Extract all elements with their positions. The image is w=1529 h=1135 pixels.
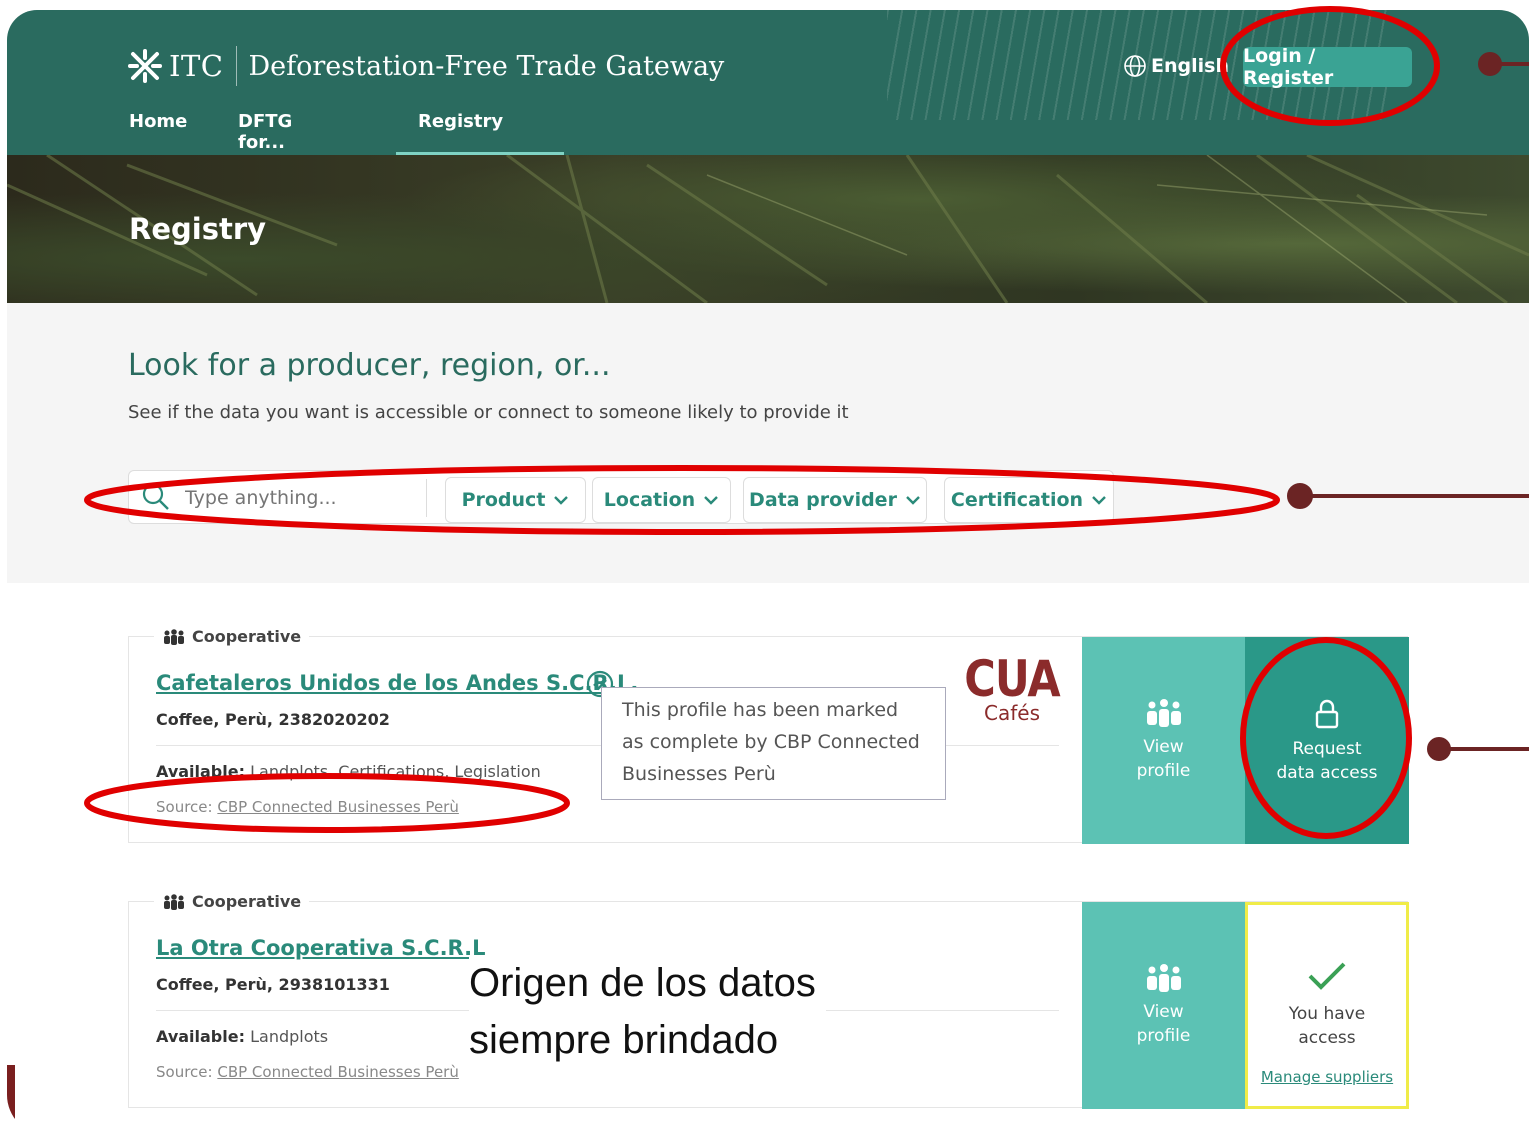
request-label-1: Request [1292,738,1362,759]
card-type-label: Cooperative [154,892,310,911]
source-label: Source: [156,1063,213,1081]
view-label-1: View [1143,736,1184,757]
search-subtitle: See if the data you want is accessible o… [128,402,849,423]
producer-name-link[interactable]: Cafetaleros Unidos de los Andes S.C.R.L. [156,671,638,695]
cua-cafes-logo: CUA Cafés [962,651,1062,725]
product-filter-label: Product [461,489,546,511]
data-provider-filter-label: Data provider [749,489,897,511]
view-label-2: profile [1136,1025,1191,1046]
available-data: Available: Landplots, Certifications, Le… [156,762,541,781]
brand-logo-text: CUA [964,651,1060,709]
search-section: Look for a producer, region, or... See i… [7,303,1529,583]
view-label-2: profile [1136,760,1191,781]
producer-name-link[interactable]: La Otra Cooperativa S.C.R.L [156,936,485,960]
location-filter-label: Location [603,489,696,511]
people-icon [1146,963,1181,992]
lock-icon [1315,699,1339,728]
location-filter[interactable]: Location [592,477,731,523]
hero-banner: Registry [7,155,1529,303]
language-label: English [1151,55,1229,77]
checkmark-icon [1308,962,1346,990]
annotation-line-1: Origen de los datos [469,955,826,1012]
available-value: Landplots, Certifications, Legislation [250,762,541,781]
certification-filter[interactable]: Certification [944,477,1114,523]
certification-filter-label: Certification [950,489,1084,511]
chevron-down-icon [554,496,569,505]
slide-corner-accent [7,1065,15,1135]
access-granted-box: You have access Manage suppliers [1245,902,1409,1109]
site-logo[interactable]: ITC Deforestation-Free Trade Gateway [127,46,724,86]
logo-text: ITC [169,49,224,83]
card-type-label: Cooperative [154,627,310,646]
producer-meta: Coffee, Perù, 2938101331 [156,975,390,994]
request-label-2: data access [1276,762,1378,783]
nav-home[interactable]: Home [129,111,187,132]
app-window: ITC Deforestation-Free Trade Gateway Hom… [7,10,1529,1135]
view-label-1: View [1143,1001,1184,1022]
itc-logo-icon [128,49,162,83]
page-title: Registry [129,212,267,246]
logo-separator [235,46,237,86]
available-label: Available: [156,762,245,781]
available-data: Available: Landplots [156,1027,328,1046]
data-source: Source: CBP Connected Businesses Perù [156,798,459,816]
producer-name: Cafetaleros Unidos de los Andes S.C.R.L. [156,671,639,695]
search-input[interactable] [137,479,427,517]
chevron-down-icon [906,496,920,505]
nav-registry[interactable]: Registry [418,111,503,132]
people-icon [1146,698,1181,727]
site-header: ITC Deforestation-Free Trade Gateway Hom… [7,10,1529,169]
source-label: Source: [156,798,213,816]
available-value: Landplots [250,1027,329,1046]
producer-meta: Coffee, Perù, 2382020202 [156,710,390,729]
available-label: Available: [156,1027,245,1046]
chevron-down-icon [704,496,719,505]
language-selector[interactable]: English [1123,54,1229,78]
manage-suppliers-link[interactable]: Manage suppliers [1261,1068,1393,1086]
site-title: Deforestation-Free Trade Gateway [248,50,725,82]
card-type-text: Cooperative [192,627,302,646]
producer-name: La Otra Cooperativa S.C.R.L [156,936,486,960]
verified-tooltip: This profile has been marked as complete… [601,687,946,800]
cooperative-icon [164,628,184,645]
search-headline: Look for a producer, region, or... [128,348,611,383]
view-profile-button[interactable]: View profile [1082,902,1245,1109]
view-profile-button[interactable]: View profile [1082,637,1245,844]
chevron-down-icon [1092,496,1106,505]
access-label-2: access [1298,1028,1356,1048]
product-filter[interactable]: Product [445,477,586,523]
cooperative-icon [164,893,184,910]
source-link[interactable]: CBP Connected Businesses Perù [217,1063,459,1081]
annotation-line-2: siempre brindado [469,1012,826,1069]
data-provider-filter[interactable]: Data provider [743,477,927,523]
filter-bar: Product Location Data provider Certifica… [128,470,1114,524]
access-label-1: You have [1288,1004,1366,1024]
request-data-access-button[interactable]: Request data access [1245,637,1409,844]
card-type-text: Cooperative [192,892,302,911]
login-register-button[interactable]: Login / Register [1243,45,1412,89]
data-source: Source: CBP Connected Businesses Perù [156,1063,459,1081]
globe-icon [1124,55,1146,77]
annotation-text: Origen de los datos siempre brindado [469,955,826,1069]
nav-dftg-label: DFTG for... [238,111,293,153]
source-link[interactable]: CBP Connected Businesses Perù [217,798,459,816]
